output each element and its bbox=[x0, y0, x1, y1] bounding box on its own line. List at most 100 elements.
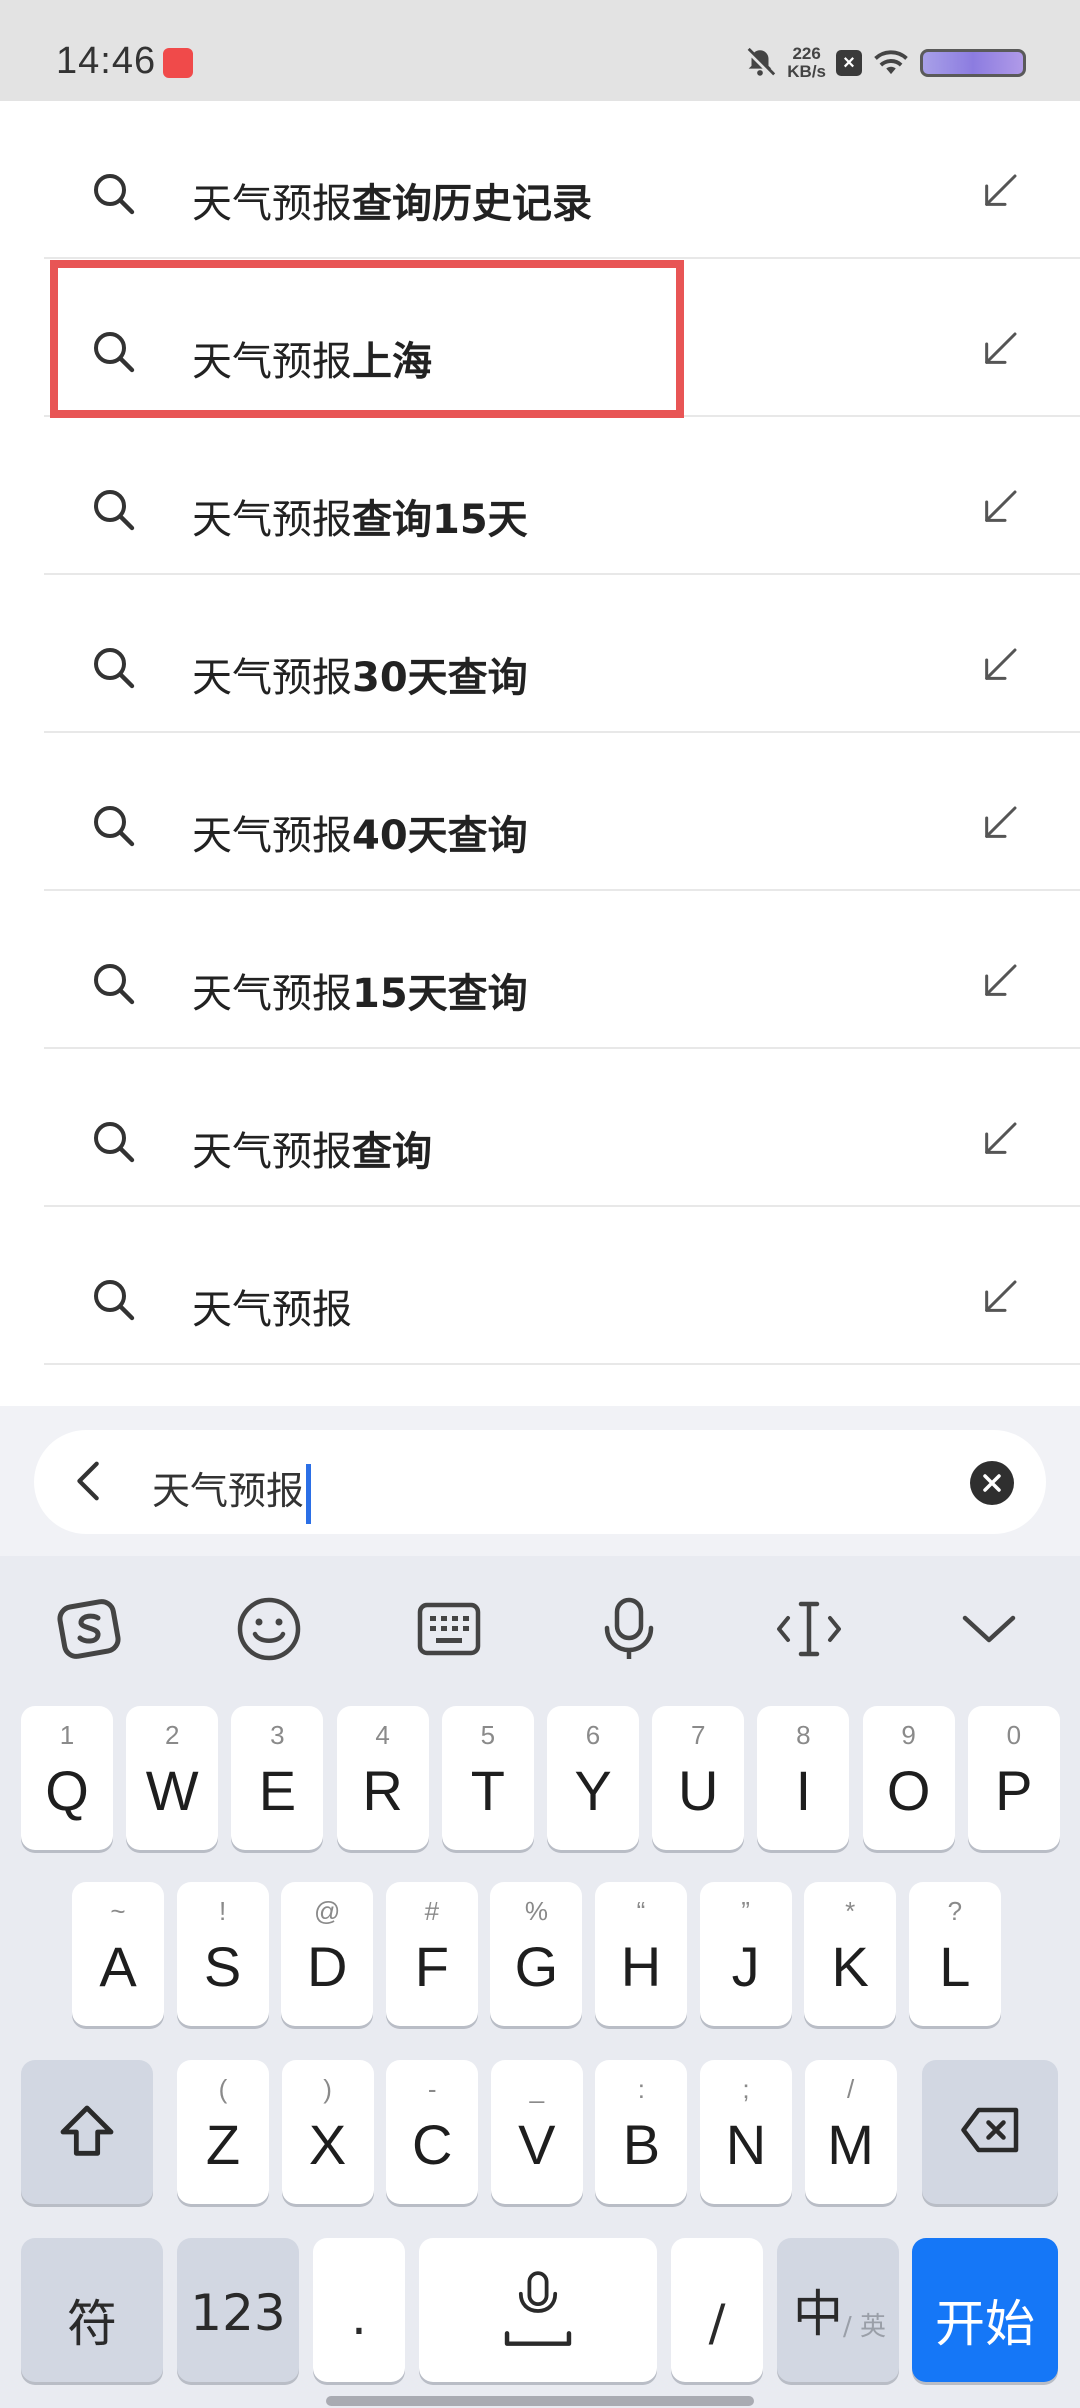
numbers-key[interactable]: 123 bbox=[177, 2238, 299, 2382]
key-secondary-label: * bbox=[845, 1896, 856, 1926]
key-h[interactable]: “H bbox=[595, 1882, 687, 2026]
key-x[interactable]: ) X bbox=[281, 2060, 374, 2204]
key-secondary-label: ! bbox=[218, 1896, 227, 1926]
key-secondary-label: ; bbox=[742, 2074, 750, 2104]
suggestion-row[interactable]: 天气预报查询历史记录 bbox=[44, 101, 1080, 259]
key-u[interactable]: 7U bbox=[652, 1706, 745, 1850]
backspace-key[interactable] bbox=[922, 2060, 1058, 2204]
suggestion-text: 天气预报 bbox=[192, 1277, 352, 1335]
key-c[interactable]: -C bbox=[386, 2060, 479, 2204]
key-n[interactable]: ; N bbox=[700, 2060, 792, 2204]
key-label: M bbox=[827, 2113, 874, 2176]
key-secondary-label: / bbox=[846, 2074, 855, 2104]
suggestion-row[interactable]: 天气预报15天查询 bbox=[44, 891, 1080, 1049]
suggestion-row[interactable]: 天气预报查询 bbox=[44, 1049, 1080, 1207]
fill-query-arrow-icon[interactable] bbox=[980, 487, 1020, 527]
key-o[interactable]: 9O bbox=[862, 1706, 955, 1850]
key-label: O bbox=[886, 1759, 931, 1822]
key-d[interactable]: @ D bbox=[281, 1882, 374, 2026]
key-f[interactable]: # F bbox=[385, 1882, 478, 2026]
voice-input-icon[interactable] bbox=[596, 1596, 662, 1662]
key-l[interactable]: ? L bbox=[908, 1882, 1001, 2026]
back-arrow-icon[interactable] bbox=[66, 1458, 112, 1504]
search-icon bbox=[90, 644, 138, 692]
period-key[interactable]: . bbox=[313, 2238, 405, 2382]
key-j[interactable]: ” J bbox=[699, 1882, 792, 2026]
key-label: X bbox=[308, 2113, 347, 2176]
space-mic-icon bbox=[504, 2271, 572, 2346]
language-switch-key[interactable]: 中 / 英 bbox=[777, 2238, 899, 2382]
slash-label: / bbox=[708, 2294, 726, 2352]
fill-query-arrow-icon[interactable] bbox=[980, 171, 1020, 211]
search-icon bbox=[90, 1276, 138, 1324]
home-indicator[interactable] bbox=[326, 2396, 754, 2406]
key-secondary-label: 5 bbox=[480, 1720, 496, 1750]
emoji-icon[interactable] bbox=[236, 1596, 302, 1662]
suggestion-row[interactable]: 天气预报 bbox=[44, 1207, 1080, 1365]
suggestion-row[interactable]: 天气预报40天查询 bbox=[44, 733, 1080, 891]
battery-icon bbox=[920, 49, 1026, 77]
key-secondary-label: 8 bbox=[796, 1720, 811, 1750]
key-q[interactable]: 1Q bbox=[21, 1706, 113, 1850]
key-p[interactable]: 0P bbox=[967, 1706, 1060, 1850]
sogou-logo-icon[interactable] bbox=[56, 1596, 122, 1662]
key-i[interactable]: 8I bbox=[757, 1706, 850, 1850]
key-secondary-label: 1 bbox=[59, 1720, 75, 1750]
key-secondary-label: : bbox=[637, 2074, 645, 2104]
key-t[interactable]: 5T bbox=[441, 1706, 534, 1850]
collapse-keyboard-icon[interactable] bbox=[956, 1596, 1022, 1662]
key-s[interactable]: ! S bbox=[176, 1882, 269, 2026]
key-a[interactable]: ~ A bbox=[72, 1882, 164, 2026]
key-w[interactable]: 2W bbox=[126, 1706, 219, 1850]
key-m[interactable]: / M bbox=[804, 2060, 897, 2204]
shift-key[interactable] bbox=[21, 2060, 153, 2204]
key-label: D bbox=[306, 1935, 348, 1998]
key-label: E bbox=[258, 1759, 297, 1822]
app-notification-icon bbox=[163, 48, 193, 78]
search-query[interactable]: 天气预报 bbox=[152, 1460, 312, 1524]
key-secondary-label: ~ bbox=[110, 1896, 126, 1926]
key-secondary-label: ” bbox=[741, 1896, 750, 1926]
suggestion-prefix: 天气预报 bbox=[192, 1287, 352, 1333]
key-label: G bbox=[514, 1935, 559, 1998]
suggestion-prefix: 天气预报 bbox=[192, 1129, 352, 1175]
status-time: 14:46 bbox=[56, 40, 157, 82]
suggestion-row[interactable]: 天气预报查询15天 bbox=[44, 417, 1080, 575]
key-k[interactable]: * K bbox=[804, 1882, 897, 2026]
fill-query-arrow-icon[interactable] bbox=[980, 1119, 1020, 1159]
key-e[interactable]: 3E bbox=[231, 1706, 324, 1850]
suggestion-row[interactable]: 天气预报30天查询 bbox=[44, 575, 1080, 733]
slash-key[interactable]: / bbox=[671, 2238, 763, 2382]
key-y[interactable]: 6Y bbox=[547, 1706, 639, 1850]
go-label: 开始 bbox=[935, 2295, 1035, 2353]
key-label: S bbox=[203, 1935, 242, 1998]
space-key[interactable] bbox=[419, 2238, 657, 2382]
symbols-key[interactable]: 符 bbox=[21, 2238, 163, 2382]
suggestion-text: 天气预报40天查询 bbox=[192, 803, 528, 861]
fill-query-arrow-icon[interactable] bbox=[980, 1277, 1020, 1317]
suggestion-text: 天气预报15天查询 bbox=[192, 961, 528, 1019]
sim-off-icon: × bbox=[836, 50, 862, 76]
suggestion-suffix: 15天查询 bbox=[352, 971, 528, 1017]
key-label: H bbox=[620, 1935, 662, 1998]
fill-query-arrow-icon[interactable] bbox=[980, 645, 1020, 685]
key-secondary-label: ) bbox=[323, 2074, 332, 2104]
key-b[interactable]: :B bbox=[595, 2060, 688, 2204]
fill-query-arrow-icon[interactable] bbox=[980, 329, 1020, 369]
suggestion-text: 天气预报查询历史记录 bbox=[192, 171, 592, 229]
key-label: P bbox=[995, 1759, 1033, 1822]
key-v[interactable]: _ V bbox=[490, 2060, 583, 2204]
go-key[interactable]: 开始 bbox=[912, 2238, 1058, 2382]
keyboard-layout-icon[interactable] bbox=[416, 1596, 482, 1662]
key-secondary-label: ? bbox=[947, 1896, 963, 1926]
cursor-move-icon[interactable] bbox=[776, 1596, 842, 1662]
key-secondary-label: 9 bbox=[901, 1720, 916, 1750]
key-g[interactable]: % G bbox=[490, 1882, 583, 2026]
fill-query-arrow-icon[interactable] bbox=[980, 803, 1020, 843]
key-z[interactable]: (Z bbox=[177, 2060, 269, 2204]
key-r[interactable]: 4R bbox=[336, 1706, 429, 1850]
search-query-text: 天气预报 bbox=[152, 1469, 305, 1513]
clear-search-icon[interactable] bbox=[970, 1461, 1014, 1505]
fill-query-arrow-icon[interactable] bbox=[980, 961, 1020, 1001]
key-label: C bbox=[411, 2113, 453, 2176]
